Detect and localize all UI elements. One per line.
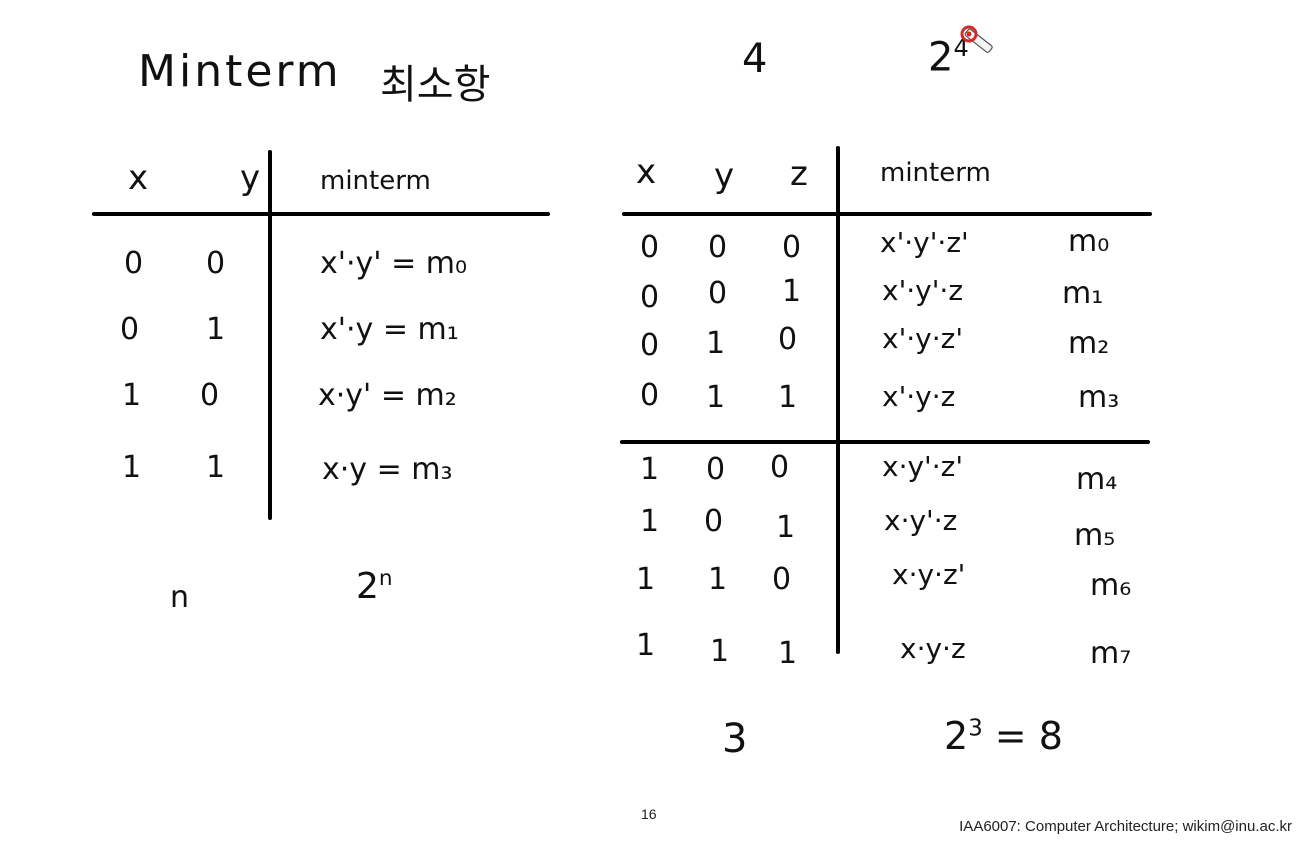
table3-cell: 0 bbox=[706, 452, 726, 487]
table3-header-z: z bbox=[790, 154, 808, 194]
table2-cell: 0 bbox=[120, 312, 140, 347]
table3-minterm-label: m₀ bbox=[1068, 224, 1110, 259]
table2-cell: 1 bbox=[206, 312, 226, 347]
table3-minterm-expr: x·y'·z bbox=[884, 504, 958, 537]
table2-cell: 0 bbox=[206, 246, 226, 281]
table3-note-n: 3 bbox=[722, 716, 748, 762]
table2-note-base: 2 bbox=[356, 566, 379, 607]
note-four: 4 bbox=[742, 36, 768, 82]
footer-credit: IAA6007: Computer Architecture; wikim@in… bbox=[959, 818, 1292, 835]
page-title: Minterm bbox=[138, 46, 342, 97]
page-number: 16 bbox=[641, 806, 657, 822]
table3-minterm-expr: x'·y·z' bbox=[882, 322, 964, 355]
table2-note-exp: n bbox=[378, 566, 393, 591]
table3-header-x: x bbox=[636, 152, 657, 192]
table3-cell: 1 bbox=[640, 452, 660, 487]
table3-cell: 0 bbox=[640, 328, 660, 363]
table2-cell: 0 bbox=[200, 378, 220, 413]
table3-cell: 0 bbox=[640, 230, 660, 265]
table3-column-rule bbox=[836, 146, 840, 654]
table3-note-power: 23 = 8 bbox=[944, 714, 1063, 758]
table3-cell: 1 bbox=[636, 562, 656, 597]
table2-header-rule bbox=[92, 212, 550, 216]
page-title-korean: 최소항 bbox=[380, 62, 491, 108]
table2-header-minterm: minterm bbox=[320, 166, 431, 196]
table3-cell: 1 bbox=[706, 326, 726, 361]
table3-note-exp: 3 bbox=[968, 715, 983, 742]
table3-cell: 1 bbox=[776, 510, 796, 545]
table2-cell: 1 bbox=[122, 450, 142, 485]
table3-minterm-label: m₅ bbox=[1074, 518, 1116, 553]
table3-cell: 0 bbox=[770, 450, 790, 485]
table2-minterm-expr: x·y' = m₂ bbox=[318, 378, 457, 413]
table3-cell: 0 bbox=[772, 562, 792, 597]
table3-cell: 1 bbox=[708, 562, 728, 597]
table3-cell: 1 bbox=[782, 274, 802, 309]
table2-header-y: y bbox=[240, 158, 261, 198]
table3-minterm-expr: x'·y·z bbox=[882, 380, 956, 413]
table2-cell: 1 bbox=[206, 450, 226, 485]
table3-minterm-label: m₇ bbox=[1090, 636, 1132, 671]
table3-minterm-label: m₃ bbox=[1078, 380, 1120, 415]
table3-note-result: = 8 bbox=[994, 714, 1063, 758]
table3-minterm-label: m₆ bbox=[1090, 568, 1132, 603]
table3-minterm-label: m₂ bbox=[1068, 326, 1110, 361]
table2-note-power: 2n bbox=[356, 566, 393, 607]
table2-minterm-expr: x·y = m₃ bbox=[322, 452, 453, 487]
table3-header-y: y bbox=[714, 156, 735, 196]
table3-minterm-expr: x'·y'·z' bbox=[880, 226, 969, 259]
table3-cell: 0 bbox=[640, 280, 660, 315]
table2-cell: 0 bbox=[124, 246, 144, 281]
table3-cell: 1 bbox=[640, 504, 660, 539]
table3-cell: 1 bbox=[778, 636, 798, 671]
table2-cell: 1 bbox=[122, 378, 142, 413]
table3-minterm-label: m₄ bbox=[1076, 462, 1118, 497]
table3-cell: 0 bbox=[782, 230, 802, 265]
table2-header-x: x bbox=[128, 158, 149, 198]
table3-minterm-label: m₁ bbox=[1062, 276, 1104, 311]
table3-header-rule bbox=[622, 212, 1152, 216]
table3-cell: 1 bbox=[706, 380, 726, 415]
table3-minterm-expr: x·y·z' bbox=[892, 558, 966, 591]
table3-middle-rule bbox=[620, 440, 1150, 444]
table3-cell: 0 bbox=[640, 378, 660, 413]
table3-minterm-expr: x'·y'·z bbox=[882, 274, 964, 307]
table2-note-n: n bbox=[170, 580, 190, 615]
table2-minterm-expr: x'·y = m₁ bbox=[320, 312, 459, 347]
table3-cell: 1 bbox=[778, 380, 798, 415]
table3-header-minterm: minterm bbox=[880, 158, 991, 188]
table3-cell: 0 bbox=[708, 230, 728, 265]
table3-minterm-expr: x·y·z bbox=[900, 632, 966, 665]
table3-cell: 1 bbox=[636, 628, 656, 663]
table2-minterm-expr: x'·y' = m₀ bbox=[320, 246, 467, 281]
table3-cell: 0 bbox=[704, 504, 724, 539]
table3-minterm-expr: x·y'·z' bbox=[882, 450, 964, 483]
table2-column-rule bbox=[268, 150, 272, 520]
table3-note-base: 2 bbox=[944, 714, 969, 758]
pen-cursor-icon bbox=[956, 24, 996, 62]
note-two-base: 2 bbox=[928, 34, 954, 81]
table3-cell: 0 bbox=[778, 322, 798, 357]
table3-cell: 1 bbox=[710, 634, 730, 669]
table3-cell: 0 bbox=[708, 276, 728, 311]
